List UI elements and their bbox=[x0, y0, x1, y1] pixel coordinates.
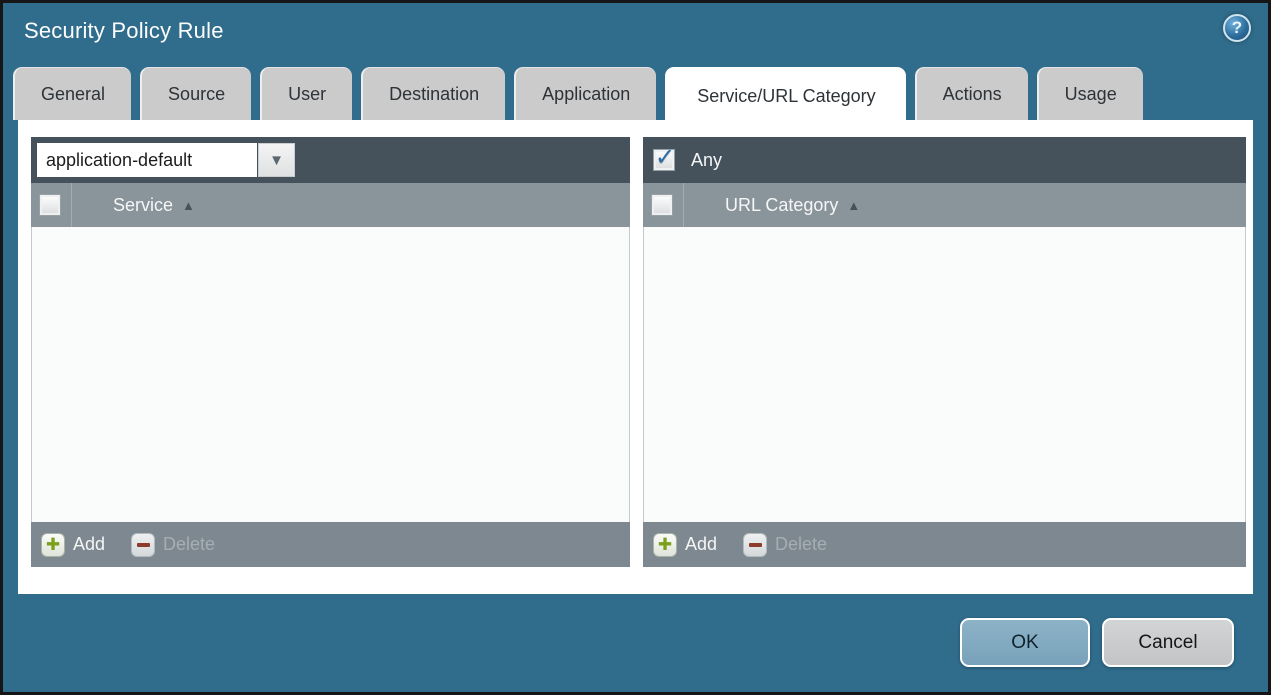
help-icon[interactable]: ? bbox=[1223, 14, 1251, 42]
service-type-dropdown-button[interactable]: ▼ bbox=[258, 143, 295, 177]
tab-service-url-category[interactable]: Service/URL Category bbox=[665, 67, 906, 124]
any-label: Any bbox=[691, 149, 723, 170]
question-mark-glyph: ? bbox=[1231, 18, 1243, 37]
service-column-header-row: Service ▲ bbox=[31, 183, 630, 227]
service-panel: ▼ Service ▲ ✚ Add bbox=[31, 137, 630, 567]
cancel-button[interactable]: Cancel bbox=[1102, 618, 1234, 667]
any-checkbox[interactable]: ✓ bbox=[653, 144, 675, 171]
tab-source[interactable]: Source bbox=[140, 67, 252, 120]
security-policy-rule-dialog: Security Policy Rule ? General Source Us… bbox=[0, 0, 1271, 695]
minus-icon bbox=[131, 532, 156, 557]
service-type-bar: ▼ bbox=[31, 137, 630, 183]
plus-icon: ✚ bbox=[41, 532, 65, 557]
url-category-any-bar: ✓ Any bbox=[643, 137, 1246, 183]
tab-usage[interactable]: Usage bbox=[1036, 67, 1143, 120]
header-divider bbox=[683, 183, 684, 227]
service-delete-button[interactable]: Delete bbox=[131, 532, 215, 557]
service-type-input[interactable] bbox=[37, 143, 257, 177]
tab-actions[interactable]: Actions bbox=[914, 67, 1028, 120]
service-select-all-checkbox[interactable] bbox=[39, 194, 61, 216]
chevron-down-icon: ▼ bbox=[269, 151, 284, 169]
sort-ascending-icon: ▲ bbox=[847, 197, 861, 213]
minus-icon bbox=[743, 532, 768, 557]
tab-general[interactable]: General bbox=[13, 67, 132, 120]
tab-bar: General Source User Destination Applicat… bbox=[13, 67, 1258, 124]
service-column-header[interactable]: Service ▲ bbox=[113, 195, 195, 216]
header-divider bbox=[71, 183, 72, 227]
url-category-select-all-checkbox[interactable] bbox=[651, 194, 673, 216]
tab-application[interactable]: Application bbox=[514, 67, 657, 120]
service-list[interactable] bbox=[31, 227, 630, 522]
service-type-combobox: ▼ bbox=[37, 143, 295, 177]
dialog-title: Security Policy Rule bbox=[24, 18, 224, 43]
tab-content-area: ▼ Service ▲ ✚ Add bbox=[18, 120, 1253, 594]
url-category-column-header[interactable]: URL Category ▲ bbox=[725, 195, 860, 216]
url-category-delete-button[interactable]: Delete bbox=[743, 532, 827, 557]
checkmark-icon: ✓ bbox=[655, 144, 676, 171]
url-category-panel: ✓ Any URL Category ▲ ✚ Add Delete bbox=[643, 137, 1246, 567]
url-category-add-button[interactable]: ✚ Add bbox=[653, 532, 717, 557]
ok-button[interactable]: OK bbox=[960, 618, 1090, 667]
service-add-button[interactable]: ✚ Add bbox=[41, 532, 105, 557]
tab-destination[interactable]: Destination bbox=[361, 67, 506, 120]
url-category-footer-bar: ✚ Add Delete bbox=[643, 522, 1246, 567]
service-footer-bar: ✚ Add Delete bbox=[31, 522, 630, 567]
sort-ascending-icon: ▲ bbox=[182, 197, 195, 213]
url-category-list[interactable] bbox=[643, 227, 1246, 522]
url-category-column-header-row: URL Category ▲ bbox=[643, 183, 1246, 227]
tab-user[interactable]: User bbox=[260, 67, 353, 120]
plus-icon: ✚ bbox=[653, 532, 677, 557]
